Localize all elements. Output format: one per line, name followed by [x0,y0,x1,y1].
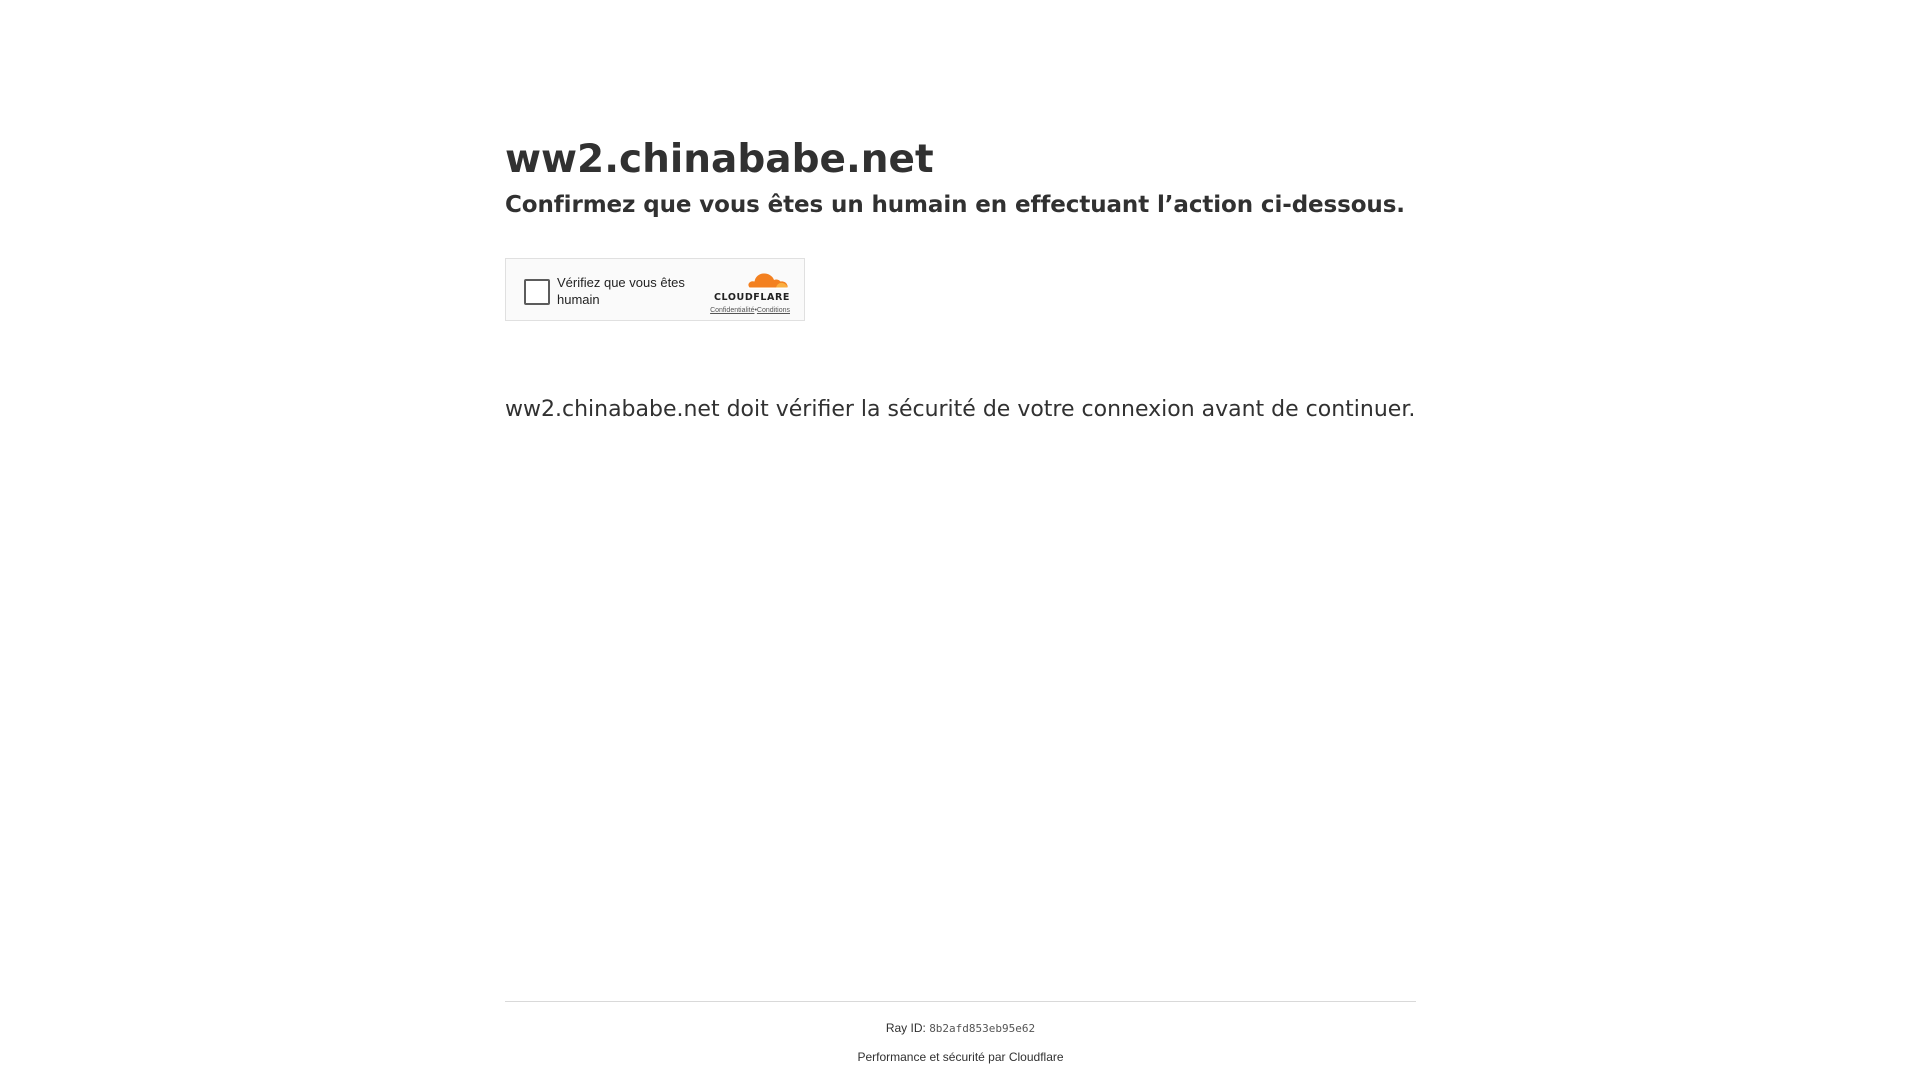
site-title: ww2.chinababe.net [505,137,934,182]
footer: Ray ID: 8b2afd853eb95e62 Performance et … [505,1001,1416,1065]
cloudflare-branding: CLOUDFLARE Confidentialité•Conditions [694,269,790,317]
performance-credit: Performance et sécurité par Cloudflare [857,1050,1064,1064]
ray-id-value: 8b2afd853eb95e62 [929,1022,1036,1035]
cloudflare-wordmark: CLOUDFLARE [713,292,790,303]
security-message: ww2.chinababe.net doit vérifier la sécur… [505,397,1416,422]
challenge-page: ww2.chinababe.net Confirmez que vous ête… [0,0,1920,1080]
verify-checkbox[interactable] [524,279,550,305]
ray-id-line: Ray ID: 8b2afd853eb95e62 [505,1020,1416,1037]
widget-links: Confidentialité•Conditions [710,307,790,314]
turnstile-widget: Vérifiez que vous êtes humain CLOUDFLARE… [505,258,805,321]
challenge-instructions: Confirmez que vous êtes un humain en eff… [505,192,1405,218]
cloudflare-logo-icon [748,273,788,289]
privacy-link[interactable]: Confidentialité [710,307,754,314]
terms-link[interactable]: Conditions [757,307,790,314]
ray-id-label: Ray ID: [885,1021,926,1035]
main-content: ww2.chinababe.net Confirmez que vous ête… [505,132,1425,422]
verify-label[interactable]: Vérifiez que vous êtes humain [557,274,702,308]
